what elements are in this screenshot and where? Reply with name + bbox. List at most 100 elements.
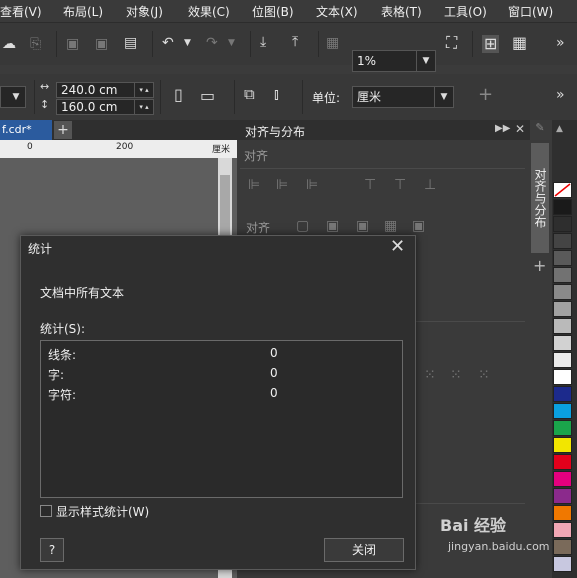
- stats-list[interactable]: [40, 340, 403, 498]
- align-to-active-icon[interactable]: ▢: [296, 219, 309, 233]
- cloud-upload-icon[interactable]: ☁: [2, 37, 16, 51]
- color-swatch[interactable]: [553, 454, 572, 470]
- cut-icon[interactable]: ▣: [66, 37, 79, 51]
- distribute-icon[interactable]: ⁙: [424, 368, 436, 382]
- palette-scroll-up-icon[interactable]: ▲: [556, 124, 563, 134]
- panel-close-icon[interactable]: ✕: [515, 122, 525, 136]
- add-icon[interactable]: +: [478, 86, 493, 104]
- import-icon[interactable]: ⤓: [260, 35, 266, 49]
- panel-collapse-icon[interactable]: ▶▶: [495, 123, 510, 134]
- color-swatch[interactable]: [553, 250, 572, 266]
- menu-table[interactable]: 表格(T): [381, 3, 422, 20]
- docker-tab-align-distribute[interactable]: 对齐与分布: [531, 143, 549, 253]
- close-icon[interactable]: ✕: [390, 236, 405, 257]
- align-to-page-edge-icon[interactable]: ▣: [326, 219, 339, 233]
- redo-icon[interactable]: ↷: [206, 36, 218, 50]
- unit-label: 单位:: [312, 91, 341, 105]
- toolbar-overflow-icon[interactable]: »: [556, 36, 565, 50]
- menu-window[interactable]: 窗口(W): [508, 3, 553, 20]
- page-height-field[interactable]: 160.0 cm ▾ ▴: [56, 99, 154, 115]
- horizontal-ruler[interactable]: 0 200 厘米: [0, 140, 237, 158]
- color-swatch[interactable]: [553, 386, 572, 402]
- watermark-url: jingyan.baidu.com: [448, 540, 550, 553]
- page-size-select[interactable]: ▼: [0, 86, 26, 108]
- no-color-swatch[interactable]: [553, 182, 572, 198]
- zoom-level-select[interactable]: 1% ▼: [352, 50, 436, 72]
- page-width-field[interactable]: 240.0 cm ▾ ▴: [56, 82, 154, 98]
- export-icon[interactable]: ⤒: [292, 35, 298, 49]
- color-swatch[interactable]: [553, 318, 572, 334]
- align-bottom-icon[interactable]: ⊥: [424, 178, 436, 192]
- portrait-icon[interactable]: ▯: [174, 87, 183, 103]
- distribute-icon[interactable]: ⁙: [450, 368, 462, 382]
- menu-object[interactable]: 对象(J): [126, 3, 163, 20]
- height-icon: ↕: [40, 98, 50, 111]
- unit-select[interactable]: 厘米 ▼: [352, 86, 454, 108]
- rulers-icon[interactable]: ⊞: [482, 35, 500, 53]
- grid-icon[interactable]: ▦: [512, 35, 527, 51]
- align-right-icon[interactable]: ⊫: [306, 178, 318, 192]
- color-swatch[interactable]: [553, 199, 572, 215]
- align-to-label: 对齐: [246, 221, 271, 235]
- paste-icon[interactable]: ▤: [124, 36, 137, 50]
- docker-pin-icon[interactable]: ✎: [531, 121, 549, 139]
- menu-text[interactable]: 文本(X): [316, 3, 358, 20]
- copy-icon[interactable]: ▣: [95, 37, 108, 51]
- menu-bitmap[interactable]: 位图(B): [252, 3, 294, 20]
- color-swatch[interactable]: [553, 267, 572, 283]
- spinner-icon[interactable]: ▾ ▴: [134, 100, 153, 114]
- new-document-tab-button[interactable]: +: [54, 121, 72, 139]
- align-left-icon[interactable]: ⊫: [248, 178, 260, 192]
- align-to-page-center-icon[interactable]: ▣: [356, 219, 369, 233]
- document-tab[interactable]: f.cdr*: [0, 120, 52, 140]
- standard-toolbar: ☁ ⎘ ▣ ▣ ▤ ↶ ▼ ↷ ▼ ⤓ ⤒ ▦ 1% ▼ ⛶ ⊞ ▦ »: [0, 22, 577, 72]
- color-swatch[interactable]: [553, 233, 572, 249]
- color-swatch[interactable]: [553, 301, 572, 317]
- color-swatch[interactable]: [553, 539, 572, 555]
- menu-layout[interactable]: 布局(L): [63, 3, 103, 20]
- color-swatch[interactable]: [553, 522, 572, 538]
- menu-view[interactable]: 查看(V): [0, 3, 42, 20]
- color-swatch[interactable]: [553, 284, 572, 300]
- publish-icon[interactable]: ⎘: [30, 37, 41, 51]
- scrollbar-thumb[interactable]: [220, 175, 230, 235]
- color-swatch[interactable]: [553, 403, 572, 419]
- all-pages-icon[interactable]: ⧉: [244, 87, 255, 102]
- redo-dropdown-icon[interactable]: ▼: [228, 39, 235, 48]
- unit-value: 厘米: [357, 90, 382, 104]
- undo-dropdown-icon[interactable]: ▼: [184, 39, 191, 48]
- align-center-icon[interactable]: ⊫: [276, 178, 288, 192]
- color-swatch[interactable]: [553, 335, 572, 351]
- close-button[interactable]: 关闭: [324, 538, 404, 562]
- current-page-icon[interactable]: ⫾: [274, 87, 279, 102]
- color-swatch[interactable]: [553, 556, 572, 572]
- undo-icon[interactable]: ↶: [162, 36, 174, 50]
- menu-tools[interactable]: 工具(O): [444, 3, 487, 20]
- property-bar: ▼ ↔ ↕ 240.0 cm ▾ ▴ 160.0 cm ▾ ▴ ▯ ▭ ⧉ ⫾ …: [0, 74, 577, 120]
- color-swatch[interactable]: [553, 216, 572, 232]
- spinner-icon[interactable]: ▾ ▴: [134, 83, 153, 97]
- color-swatch[interactable]: [553, 352, 572, 368]
- full-screen-icon[interactable]: ⛶: [446, 35, 457, 51]
- align-top-icon[interactable]: ⊤: [364, 178, 376, 192]
- panel-header: 对齐与分布 ✕ ▶▶: [237, 120, 530, 140]
- distribute-icon[interactable]: ⁙: [478, 368, 490, 382]
- color-swatch[interactable]: [553, 369, 572, 385]
- color-swatch[interactable]: [553, 505, 572, 521]
- add-docker-icon[interactable]: +: [533, 256, 546, 275]
- align-to-point-icon[interactable]: ▣: [412, 219, 425, 233]
- align-middle-icon[interactable]: ⊤: [394, 178, 406, 192]
- landscape-icon[interactable]: ▭: [200, 88, 215, 104]
- color-swatch[interactable]: [553, 437, 572, 453]
- color-swatch[interactable]: [553, 471, 572, 487]
- app-launcher-icon[interactable]: ▦: [326, 36, 339, 50]
- help-button[interactable]: ?: [40, 538, 64, 562]
- toolbar-overflow-icon[interactable]: »: [556, 88, 565, 102]
- menu-effects[interactable]: 效果(C): [188, 3, 230, 20]
- show-style-stats-checkbox[interactable]: [40, 505, 52, 517]
- color-swatch[interactable]: [553, 488, 572, 504]
- align-to-grid-icon[interactable]: ▦: [384, 219, 397, 233]
- show-style-stats-label[interactable]: 显示样式统计(W): [56, 503, 149, 520]
- color-swatch[interactable]: [553, 420, 572, 436]
- stat-lines-value: 0: [270, 346, 278, 360]
